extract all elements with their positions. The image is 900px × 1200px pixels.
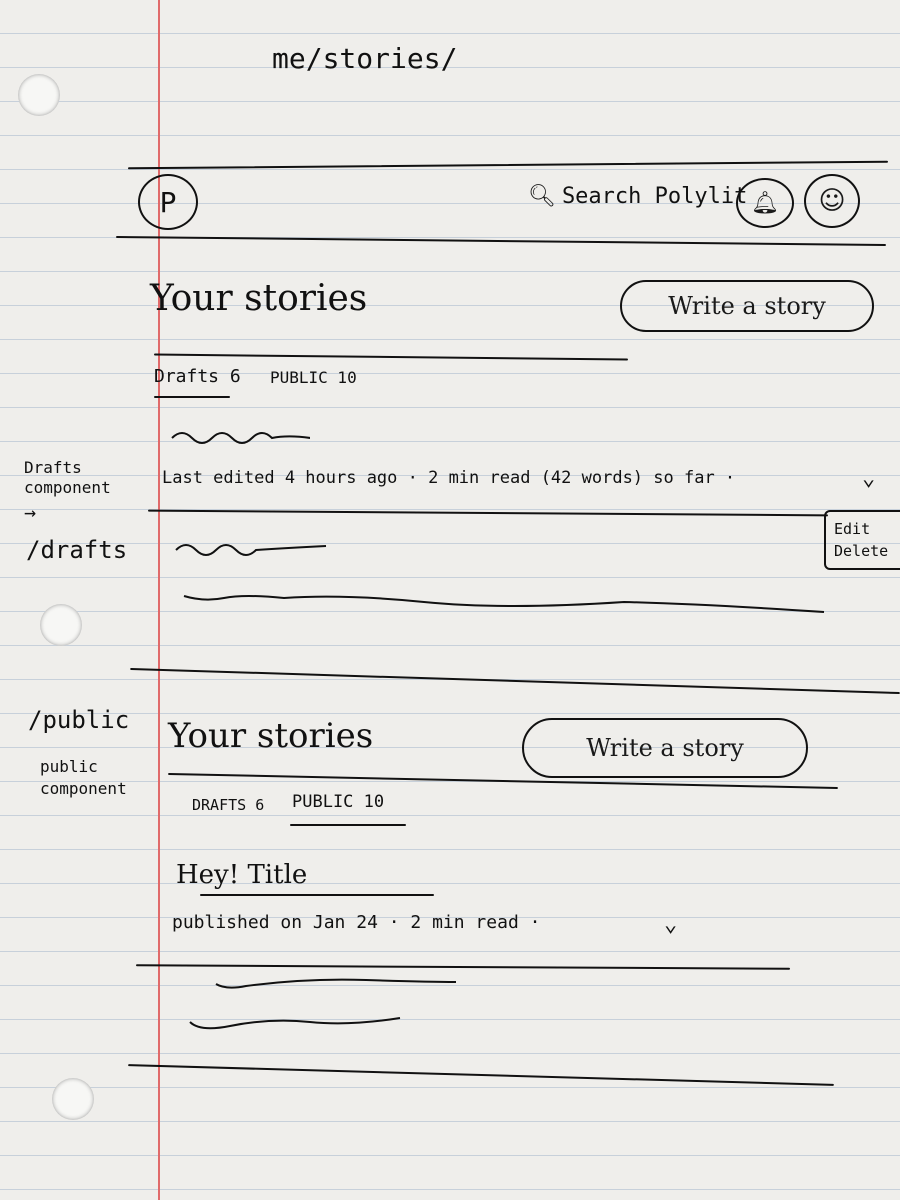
story-title-placeholder [215, 978, 457, 989]
tab-public-active-underline [290, 824, 406, 826]
tab-drafts[interactable]: Drafts 6 [154, 366, 241, 387]
menu-delete[interactable]: Delete [834, 540, 896, 562]
draft-excerpt-placeholder [183, 595, 825, 613]
public-component-note: public component [40, 757, 127, 798]
draft-title-placeholder [171, 432, 310, 444]
story-title[interactable]: Hey! Title [176, 860, 307, 890]
story-excerpt-placeholder [189, 1017, 401, 1030]
page-title: Your stories [168, 716, 374, 756]
route-label: me/stories/ [272, 42, 458, 75]
tab-public[interactable]: PUBLIC 10 [292, 792, 384, 812]
write-story-button[interactable]: Write a story [620, 280, 874, 332]
tab-drafts[interactable]: DRAFTS 6 [192, 796, 264, 814]
chevron-down-icon[interactable]: ⌄ [664, 912, 677, 937]
tab-drafts-active-underline [154, 396, 230, 398]
search-area[interactable]: 🔍︎ Search Polylit [528, 184, 747, 209]
binder-hole [52, 1078, 94, 1120]
logo[interactable]: P [138, 174, 198, 230]
page-title: Your stories [150, 278, 368, 319]
notifications-bell-icon[interactable]: 🔔︎ [736, 178, 794, 228]
draft-actions-menu: Edit Delete [824, 510, 900, 570]
drafts-route-note: /drafts [26, 536, 128, 564]
draft-meta: Last edited 4 hours ago · 2 min read (42… [162, 468, 736, 488]
user-avatar-icon[interactable]: ☺ [804, 174, 860, 228]
public-route-note: /public [28, 706, 130, 734]
search-icon: 🔍︎ [528, 184, 556, 209]
story-meta: published on Jan 24 · 2 min read · [172, 912, 541, 933]
chevron-down-icon[interactable]: ⌄ [862, 466, 875, 491]
write-story-button[interactable]: Write a story [522, 718, 808, 778]
arrow-icon: → [24, 500, 37, 524]
drafts-component-note: Drafts component [24, 458, 111, 497]
menu-edit[interactable]: Edit [834, 518, 896, 540]
story-title-underline [200, 894, 434, 896]
binder-hole [40, 604, 82, 646]
search-label: Search Polylit [561, 184, 748, 209]
tab-public[interactable]: PUBLIC 10 [270, 368, 357, 387]
binder-hole [18, 74, 60, 116]
draft-title-placeholder [175, 544, 327, 556]
